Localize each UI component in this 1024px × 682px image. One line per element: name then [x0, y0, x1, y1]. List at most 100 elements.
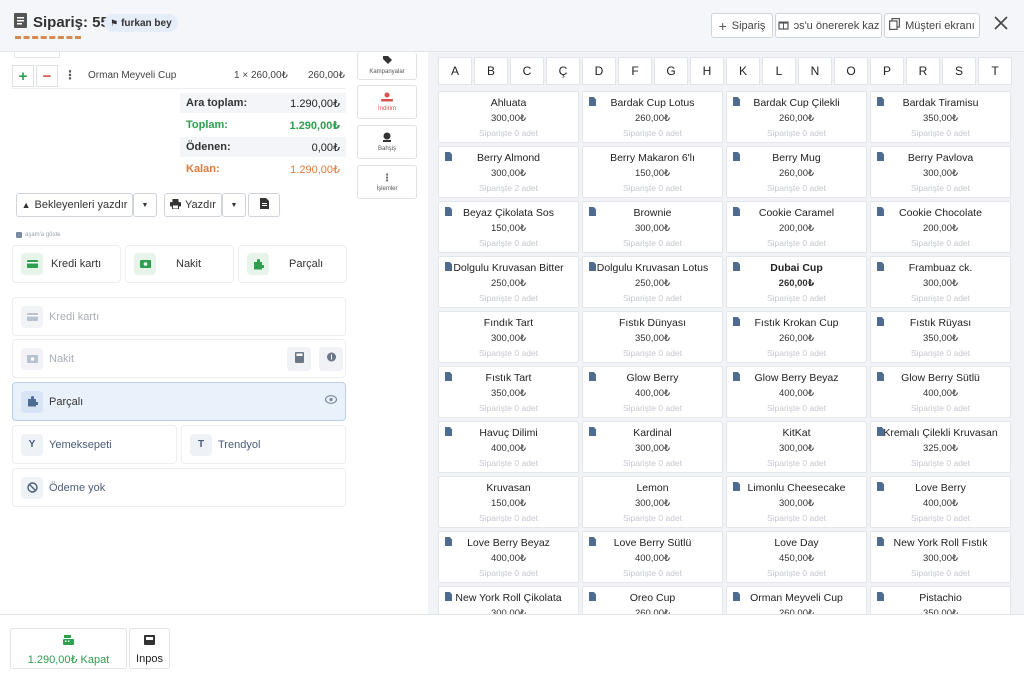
- product-card[interactable]: Love Day 450,00₺ Siparişte 0 adet: [726, 531, 867, 583]
- letter-filter-0[interactable]: A: [438, 57, 472, 85]
- caret-down-icon: ▼: [230, 201, 238, 209]
- product-name: Fıstık Dünyası: [618, 317, 687, 329]
- pay-method-none[interactable]: Ödeme yok: [12, 468, 346, 507]
- footer: 1.290,00₺ Kapat Inpos: [0, 614, 1024, 682]
- product-card[interactable]: Cookie Caramel 200,00₺ Siparişte 0 adet: [726, 201, 867, 253]
- product-card[interactable]: Love Berry 400,00₺ Siparişte 0 adet: [870, 476, 1011, 528]
- quick-pay-cash[interactable]: Nakit: [125, 245, 234, 283]
- product-card[interactable]: Fıstık Rüyası 350,00₺ Siparişte 0 adet: [870, 311, 1011, 363]
- letter-filter-14[interactable]: S: [942, 57, 976, 85]
- product-card[interactable]: Havuç Dilimi 400,00₺ Siparişte 0 adet: [438, 421, 579, 473]
- product-card[interactable]: Lemon 300,00₺ Siparişte 0 adet: [582, 476, 723, 528]
- print-button[interactable]: Yazdır: [164, 193, 222, 217]
- product-card[interactable]: Kardinal 300,00₺ Siparişte 0 adet: [582, 421, 723, 473]
- inpos-button[interactable]: Inpos: [129, 628, 170, 669]
- product-card[interactable]: Love Berry Beyaz 400,00₺ Siparişte 0 adet: [438, 531, 579, 583]
- product-order-count: Siparişte 0 adet: [478, 458, 539, 468]
- product-card[interactable]: Love Berry Sütlü 400,00₺ Siparişte 0 adet: [582, 531, 723, 583]
- receipt-button[interactable]: [248, 193, 280, 217]
- product-card[interactable]: Limonlu Cheesecake 300,00₺ Siparişte 0 ade…: [726, 476, 867, 528]
- product-order-count: Siparişte 0 adet: [910, 238, 971, 248]
- product-card[interactable]: Dolgulu Kruvasan Bitter 250,00₺ Siparişte …: [438, 256, 579, 308]
- print-dropdown[interactable]: ▼: [222, 193, 246, 217]
- letter-filter-4[interactable]: D: [582, 57, 616, 85]
- product-card[interactable]: Fıstık Dünyası 350,00₺ Siparişte 0 adet: [582, 311, 723, 363]
- letter-filter-8[interactable]: K: [726, 57, 760, 85]
- minus-icon: −: [42, 67, 52, 85]
- cart-item-qty-price: 1 × 260,00₺: [234, 70, 288, 81]
- product-card[interactable]: Kremalı Çilekli Kruvasan 325,00₺ Siparişte…: [870, 421, 1011, 473]
- campaigns-button[interactable]: Kampanyalar: [357, 52, 417, 80]
- letter-filter-15[interactable]: T: [978, 57, 1012, 85]
- change-button[interactable]: [319, 347, 343, 371]
- product-card[interactable]: Dubai Cup 260,00₺ Siparişte 0 adet: [726, 256, 867, 308]
- product-price: 300,00₺: [490, 113, 527, 124]
- product-card[interactable]: Berry Makaron 6'lı 150,00₺ Siparişte 0 ade…: [582, 146, 723, 198]
- pay-method-yemeksepeti[interactable]: Y Yemeksepeti: [12, 425, 177, 464]
- pay-method-trendyol[interactable]: T Trendyol: [181, 425, 346, 464]
- product-card[interactable]: Brownie 300,00₺ Siparişte 0 adet: [582, 201, 723, 253]
- product-card[interactable]: Bardak Cup Lotus 260,00₺ Siparişte 0 adet: [582, 91, 723, 143]
- calculator-button[interactable]: [287, 347, 311, 371]
- product-card[interactable]: Berry Almond 300,00₺ Siparişte 2 adet: [438, 146, 579, 198]
- product-card[interactable]: KitKat 300,00₺ Siparişte 0 adet: [726, 421, 867, 473]
- product-card[interactable]: Glow Berry 400,00₺ Siparişte 0 adet: [582, 366, 723, 418]
- increase-button[interactable]: +: [12, 65, 34, 87]
- product-card[interactable]: Oreo Cup 260,00₺: [582, 586, 723, 614]
- eye-icon[interactable]: [324, 395, 338, 407]
- discount-button[interactable]: İndirim: [357, 85, 417, 119]
- product-price: 300,00₺: [922, 168, 959, 179]
- product-card[interactable]: New York Roll Fıstık 300,00₺ Siparişte 0 a…: [870, 531, 1011, 583]
- product-card[interactable]: Orman Meyveli Cup 260,00₺: [726, 586, 867, 614]
- suggest-button[interactable]: ɔs'u önererek kaz: [775, 13, 882, 38]
- product-card[interactable]: Bardak Tiramisu 350,00₺ Siparişte 0 adet: [870, 91, 1011, 143]
- product-card[interactable]: Berry Pavlova 300,00₺ Siparişte 0 adet: [870, 146, 1011, 198]
- more-vertical-icon[interactable]: ⋮: [64, 68, 76, 82]
- letter-filter-11[interactable]: O: [834, 57, 868, 85]
- print-pending-dropdown[interactable]: ▼: [133, 193, 157, 217]
- customer-screen-button[interactable]: Müşteri ekranı: [884, 13, 980, 38]
- product-name: Beyaz Çikolata Sos: [462, 207, 555, 219]
- decrease-button[interactable]: −: [36, 65, 58, 87]
- product-card[interactable]: Pistachio 350,00₺: [870, 586, 1011, 614]
- product-card[interactable]: Fıstık Tart 350,00₺ Siparişte 0 adet: [438, 366, 579, 418]
- close-button[interactable]: [990, 14, 1012, 36]
- new-order-button[interactable]: + Sipariş: [711, 13, 773, 38]
- operations-button[interactable]: ⋮ İşlemler: [357, 165, 417, 199]
- product-card[interactable]: Beyaz Çikolata Sos 150,00₺ Siparişte 0 ade…: [438, 201, 579, 253]
- pay-method-split[interactable]: Parçalı: [12, 382, 346, 421]
- print-pending-button[interactable]: ▲ Bekleyenleri yazdır: [16, 193, 133, 217]
- product-card[interactable]: Fıstık Krokan Cup 260,00₺ Siparişte 0 adet: [726, 311, 867, 363]
- letter-filter-12[interactable]: P: [870, 57, 904, 85]
- product-card[interactable]: Cookie Chocolate 200,00₺ Siparişte 0 adet: [870, 201, 1011, 253]
- product-card[interactable]: Bardak Cup Çilekli 260,00₺ Siparişte 0 ade…: [726, 91, 867, 143]
- letter-filter-7[interactable]: H: [690, 57, 724, 85]
- letter-filter-6[interactable]: G: [654, 57, 688, 85]
- letter-filter-5[interactable]: F: [618, 57, 652, 85]
- pay-method-cash[interactable]: Nakit: [12, 339, 346, 378]
- product-order-count: Siparişte 0 adet: [766, 513, 827, 523]
- pay-method-card[interactable]: Kredi kartı: [12, 297, 346, 336]
- customer-badge[interactable]: ⚑ furkan bey: [104, 14, 178, 32]
- close-order-button[interactable]: 1.290,00₺ Kapat: [10, 628, 127, 669]
- letter-filter-1[interactable]: B: [474, 57, 508, 85]
- product-card[interactable]: Dolgulu Kruvasan Lotus 250,00₺ Siparişte 0…: [582, 256, 723, 308]
- product-order-count: Siparişte 0 adet: [622, 348, 683, 358]
- product-card[interactable]: Ahluata 300,00₺ Siparişte 0 adet: [438, 91, 579, 143]
- product-card[interactable]: Kruvasan 150,00₺ Siparişte 0 adet: [438, 476, 579, 528]
- letter-filter-13[interactable]: R: [906, 57, 940, 85]
- letter-filter-2[interactable]: C: [510, 57, 544, 85]
- quick-pay-split[interactable]: Parçalı: [238, 245, 347, 283]
- letter-filter-10[interactable]: N: [798, 57, 832, 85]
- product-card[interactable]: New York Roll Çikolata 300,00₺: [438, 586, 579, 614]
- product-card[interactable]: Glow Berry Sütlü 400,00₺ Siparişte 0 adet: [870, 366, 1011, 418]
- letter-filter-9[interactable]: L: [762, 57, 796, 85]
- product-name: Brownie: [633, 207, 672, 219]
- product-card[interactable]: Frambuaz ck. 300,00₺ Siparişte 0 adet: [870, 256, 1011, 308]
- product-card[interactable]: Fındık Tart 300,00₺ Siparişte 0 adet: [438, 311, 579, 363]
- quick-pay-card[interactable]: Kredi kartı: [12, 245, 121, 283]
- product-card[interactable]: Glow Berry Beyaz 400,00₺ Siparişte 0 adet: [726, 366, 867, 418]
- letter-filter-3[interactable]: Ç: [546, 57, 580, 85]
- product-card[interactable]: Berry Mug 260,00₺ Siparişte 0 adet: [726, 146, 867, 198]
- tip-button[interactable]: Bahşiş: [357, 125, 417, 159]
